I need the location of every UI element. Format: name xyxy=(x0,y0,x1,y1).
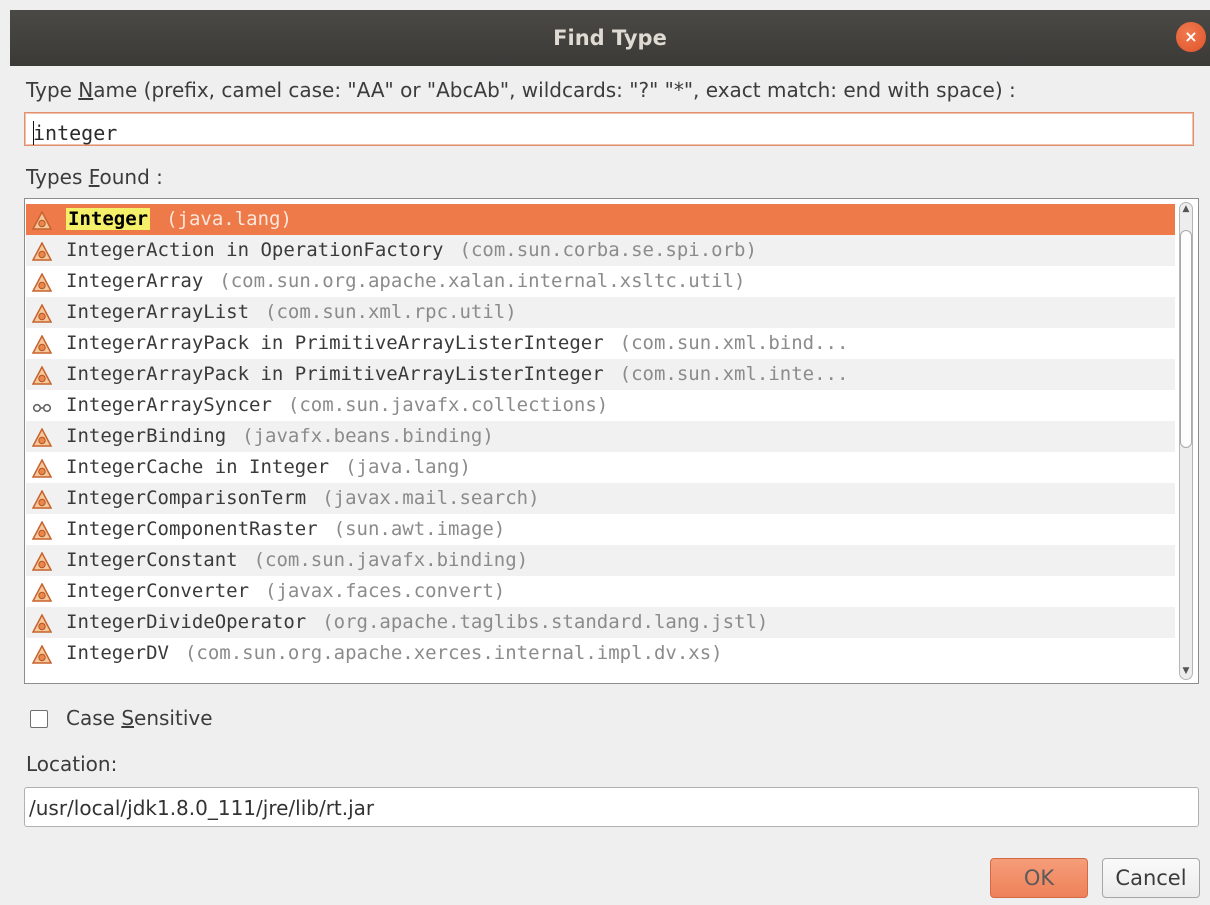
case-sensitive-label[interactable]: Case Sensitive xyxy=(66,706,213,730)
type-name: IntegerBinding xyxy=(66,425,227,447)
class-icon xyxy=(31,365,53,385)
class-icon xyxy=(31,210,53,230)
type-row[interactable]: IntegerDV (com.sun.org.apache.xerces.inte… xyxy=(26,638,1175,669)
class-icon xyxy=(31,427,53,447)
type-name: Integer xyxy=(66,208,151,230)
class-icon xyxy=(31,303,53,323)
type-name-input[interactable]: integer xyxy=(24,112,1194,146)
type-package: (com.sun.org.apache.xalan.internal.xsltc… xyxy=(219,270,746,292)
class-icon xyxy=(31,458,53,478)
type-package: (java.lang) xyxy=(345,456,471,478)
type-row[interactable]: IntegerComponentRaster (sun.awt.image) xyxy=(26,514,1175,545)
types-found-rows: Integer (java.lang) IntegerAction in Opera… xyxy=(26,204,1175,669)
type-row[interactable]: IntegerArrayPack in PrimitiveArrayLister… xyxy=(26,359,1175,390)
type-name: IntegerDivideOperator xyxy=(66,611,307,633)
type-row[interactable]: IntegerConstant (com.sun.javafx.binding) xyxy=(26,545,1175,576)
type-package: (javax.faces.convert) xyxy=(265,580,506,602)
class-icon xyxy=(31,644,53,664)
type-name-label-pre: Type xyxy=(26,78,79,102)
class-icon xyxy=(31,272,53,292)
class-icon xyxy=(31,613,53,633)
dialog-title: Find Type xyxy=(553,26,667,50)
types-found-mnemonic: F xyxy=(88,165,100,189)
case-sensitive-label-pre: Case xyxy=(66,706,122,730)
type-name: IntegerConverter xyxy=(66,580,250,602)
type-package: (javax.mail.search) xyxy=(322,487,540,509)
type-name: IntegerArrayList xyxy=(66,301,250,323)
type-name: IntegerDV xyxy=(66,642,169,664)
close-icon[interactable]: × xyxy=(1176,22,1206,52)
type-row[interactable]: IntegerConverter (javax.faces.convert) xyxy=(26,576,1175,607)
type-package: (org.apache.taglibs.standard.lang.jstl) xyxy=(322,611,769,633)
types-found-label-post: ound : xyxy=(99,165,163,189)
title-bar[interactable]: Find Type xyxy=(10,10,1210,66)
types-found-list[interactable]: Integer (java.lang) IntegerAction in Opera… xyxy=(24,198,1199,684)
type-name: IntegerConstant xyxy=(66,549,238,571)
type-package: (com.sun.corba.se.spi.orb) xyxy=(459,239,757,261)
cancel-button[interactable]: Cancel xyxy=(1102,858,1200,898)
class-icon xyxy=(31,241,53,261)
ok-button[interactable]: OK xyxy=(990,858,1088,898)
class-icon xyxy=(31,489,53,509)
case-sensitive-mnemonic: S xyxy=(121,706,135,730)
types-found-label: Types Found : xyxy=(26,165,163,189)
case-sensitive-checkbox[interactable] xyxy=(30,710,48,728)
type-row[interactable]: IntegerAction in OperationFactory (com.su… xyxy=(26,235,1175,266)
type-name: IntegerAction in OperationFactory xyxy=(66,239,444,261)
type-package: (com.sun.org.apache.xerces.internal.impl… xyxy=(184,642,723,664)
class-icon xyxy=(31,334,53,354)
class-icon xyxy=(31,520,53,540)
type-package: (javafx.beans.binding) xyxy=(242,425,494,447)
type-name-label-post: ame (prefix, camel case: "AA" or "AbcAb"… xyxy=(93,78,1016,102)
type-package: (com.sun.xml.inte... xyxy=(619,363,849,385)
type-name: IntegerArray xyxy=(66,270,204,292)
location-value: /usr/local/jdk1.8.0_111/jre/lib/rt.jar xyxy=(29,796,375,820)
type-row[interactable]: IntegerDivideOperator (org.apache.taglibs… xyxy=(26,607,1175,638)
type-row[interactable]: IntegerComparisonTerm (javax.mail.search) xyxy=(26,483,1175,514)
type-name: IntegerCache in Integer xyxy=(66,456,330,478)
type-name: IntegerComparisonTerm xyxy=(66,487,307,509)
type-package: (com.sun.xml.rpc.util) xyxy=(265,301,517,323)
case-sensitive-label-post: ensitive xyxy=(134,706,213,730)
type-name: IntegerArrayPack in PrimitiveArrayLister… xyxy=(66,363,604,385)
class-icon xyxy=(31,551,53,571)
type-name: IntegerComponentRaster xyxy=(66,518,318,540)
text-caret xyxy=(33,121,34,145)
type-package: (java.lang) xyxy=(166,208,292,230)
type-row[interactable]: Integer (java.lang) xyxy=(26,204,1175,235)
type-row[interactable]: IntegerArray (com.sun.org.apache.xalan.in… xyxy=(26,266,1175,297)
type-row[interactable]: IntegerArrayPack in PrimitiveArrayLister… xyxy=(26,328,1175,359)
type-name: IntegerArrayPack in PrimitiveArrayLister… xyxy=(66,332,604,354)
types-found-label-pre: Types xyxy=(26,165,89,189)
type-name-mnemonic: N xyxy=(78,78,94,102)
type-package: (com.sun.javafx.binding) xyxy=(253,549,529,571)
scrollbar-thumb[interactable] xyxy=(1180,230,1192,448)
location-field[interactable]: /usr/local/jdk1.8.0_111/jre/lib/rt.jar xyxy=(24,787,1199,827)
list-scrollbar[interactable]: ▲ ▼ xyxy=(1177,202,1195,680)
type-name-value: integer xyxy=(33,121,118,145)
type-name-label: Type Name (prefix, camel case: "AA" or "… xyxy=(26,78,1016,102)
interface-icon xyxy=(32,396,52,416)
type-package: (com.sun.xml.bind... xyxy=(619,332,849,354)
scroll-down-icon[interactable]: ▼ xyxy=(1181,666,1191,676)
type-package: (com.sun.javafx.collections) xyxy=(287,394,609,416)
scroll-up-icon[interactable]: ▲ xyxy=(1181,204,1191,214)
type-name: IntegerArraySyncer xyxy=(66,394,272,416)
type-row[interactable]: IntegerCache in Integer (java.lang) xyxy=(26,452,1175,483)
type-package: (sun.awt.image) xyxy=(333,518,506,540)
class-icon xyxy=(31,582,53,602)
type-row[interactable]: IntegerArrayList (com.sun.xml.rpc.util) xyxy=(26,297,1175,328)
type-row[interactable]: IntegerArraySyncer (com.sun.javafx.collec… xyxy=(26,390,1175,421)
find-type-dialog: Find Type × Type Name (prefix, camel cas… xyxy=(0,0,1210,905)
type-row[interactable]: IntegerBinding (javafx.beans.binding) xyxy=(26,421,1175,452)
location-label: Location: xyxy=(26,752,118,776)
